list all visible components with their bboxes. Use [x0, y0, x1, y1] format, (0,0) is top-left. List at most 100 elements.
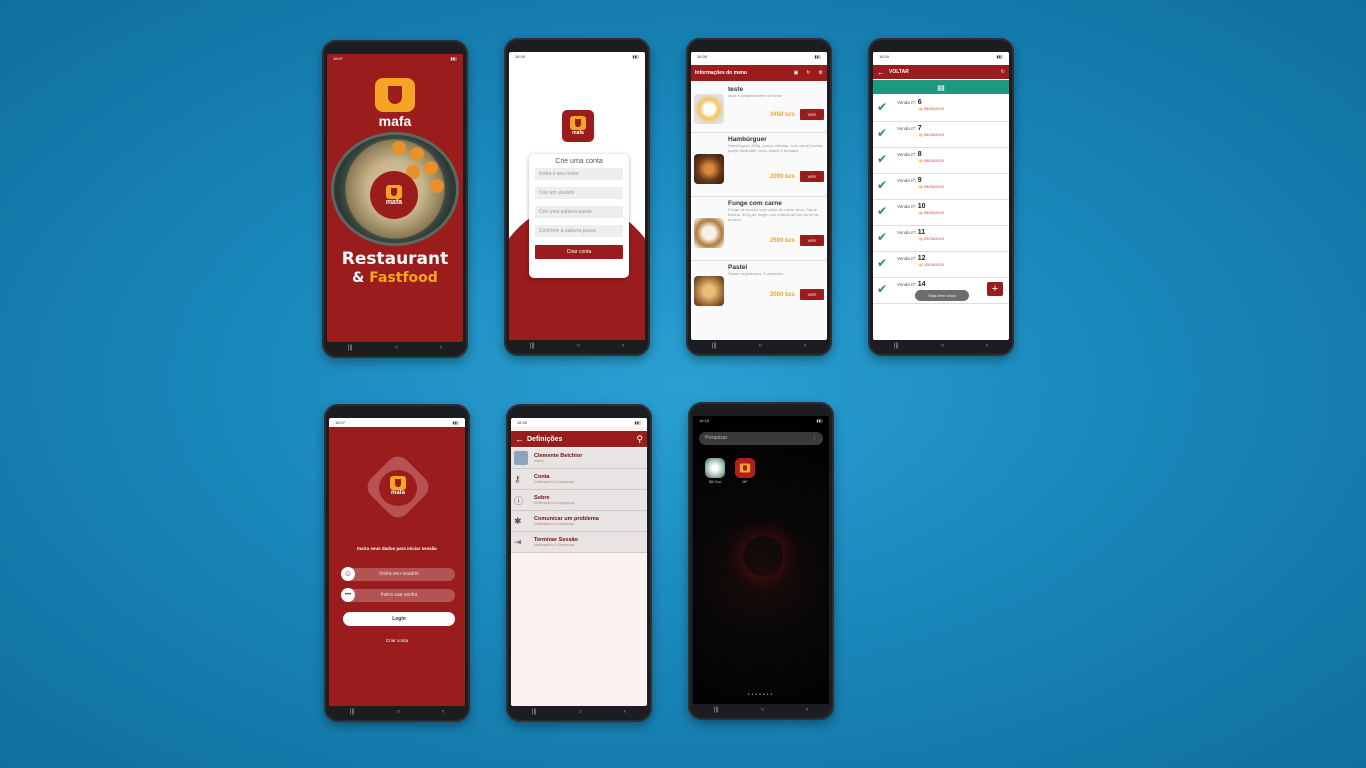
username-input[interactable]: ☺ Insira seu usuário — [341, 567, 455, 581]
sale-row[interactable]: ✔ Venda nº: 6 ▦ 08/05/2024 — [873, 96, 1009, 122]
home-icon[interactable]: ○ — [577, 343, 581, 349]
password-input[interactable]: ••• Insira sua senha — [341, 588, 455, 602]
home-icon[interactable]: ○ — [395, 345, 399, 351]
status-time: 16:16 — [699, 418, 710, 423]
register-card: Crie uma conta Insira o seu nome Crie um… — [529, 154, 629, 278]
home-icon[interactable]: ○ — [761, 707, 765, 713]
confirm-password-input[interactable]: Confirme a palavra passe — [535, 225, 623, 237]
nav-bar: ||| ○ ‹ — [327, 342, 463, 354]
sale-number: 10 — [917, 203, 926, 210]
ver-button[interactable]: VER — [799, 171, 824, 182]
back-icon[interactable]: ‹ — [442, 709, 444, 715]
app-logo: mafa — [562, 110, 594, 142]
item-name: teste — [728, 86, 744, 93]
menu-item[interactable]: Hambúrguer Hambúrguer 500g, pouco cebola… — [691, 133, 827, 197]
username-placeholder: Insira seu usuário — [379, 571, 419, 577]
sale-date: 08/05/2024 — [923, 158, 944, 163]
settings-row-report[interactable]: ✱ Comunicar um problema Notificações & Se… — [511, 511, 647, 532]
back-icon[interactable]: ‹ — [622, 343, 624, 349]
menu-item[interactable]: Pastel Pastel vegetariano, 5 unidades. 2… — [691, 261, 827, 315]
home-icon[interactable]: ○ — [397, 709, 401, 715]
profile-row[interactable]: Clemente Belchior Admin — [511, 448, 647, 469]
login-screen: 16:07 ▮▮▯ mafa Insira seus dados para ini… — [329, 418, 465, 706]
back-icon[interactable]: ‹ — [986, 343, 988, 349]
home-icon[interactable]: ○ — [579, 709, 583, 715]
nav-bar: ||| ○ ‹ — [511, 706, 647, 718]
item-desc: Hambúrguer 500g, pouco cebolas, com carn… — [728, 143, 824, 153]
sale-date: 08/05/2024 — [923, 210, 944, 215]
sale-date: 08/05/2024 — [923, 132, 944, 137]
item-price: 2500 kzs — [770, 237, 795, 244]
menu-header: Informações do menu ▣ ↻ ⚙ — [691, 65, 827, 81]
title-ampersand: & — [352, 270, 365, 286]
item-desc: Pastel vegetariano, 5 unidades. — [728, 271, 785, 276]
recent-apps-icon[interactable]: ||| — [348, 345, 353, 351]
username-input[interactable]: Crie um usuário — [535, 187, 623, 199]
more-options-icon[interactable]: ⋮ — [812, 432, 817, 445]
phone-sales: 16:29 ▮▮▯ ← VOLTAR ↻ ▤ ✔ Venda nº: 6 ▦ 08/0… — [868, 38, 1014, 356]
sale-label: Venda nº: — [897, 178, 917, 183]
ver-button[interactable]: VER — [799, 235, 824, 246]
sale-row[interactable]: ✔ Venda nº: 9 ▦ 08/05/2024 — [873, 174, 1009, 200]
menu-item[interactable]: teste esse é simplesmente um teste 3450 … — [691, 83, 827, 133]
mf-app-icon — [735, 458, 755, 478]
sale-row[interactable]: ✔ Venda nº: 10 ▦ 08/05/2024 — [873, 200, 1009, 226]
sale-row[interactable]: ✔ Venda nº: 11 ▦ 09/05/2024 — [873, 226, 1009, 252]
sale-number: 11 — [917, 229, 926, 236]
mafa-logo-icon — [390, 476, 406, 490]
status-bar: 16:29 ▮▮▯ — [873, 52, 1009, 61]
logo-brand: mafa — [390, 490, 405, 496]
back-arrow-icon[interactable]: ← — [877, 68, 885, 77]
settings-icon[interactable]: ⚙ — [819, 70, 823, 76]
back-icon[interactable]: ‹ — [806, 707, 808, 713]
refresh-icon[interactable]: ↻ — [806, 70, 810, 76]
back-arrow-icon[interactable]: ← — [515, 434, 524, 444]
sale-row[interactable]: ✔ Venda nº: 8 ▦ 08/05/2024 — [873, 148, 1009, 174]
menu-item[interactable]: Funge com carne Funge de bombó com caldo… — [691, 197, 827, 261]
add-sale-button[interactable]: + — [987, 282, 1003, 296]
back-label[interactable]: VOLTAR — [889, 69, 1001, 75]
home-icon[interactable]: ○ — [941, 343, 945, 349]
search-bar[interactable]: Pesquisar ⋮ — [699, 432, 823, 445]
back-icon[interactable]: ‹ — [804, 343, 806, 349]
back-icon[interactable]: ‹ — [624, 709, 626, 715]
app-mf[interactable]: MF — [733, 458, 757, 484]
settings-row-about[interactable]: ⓘ Sobre Notificações & Segurança — [511, 490, 647, 511]
sale-row[interactable]: ✔ Venda nº: 7 ▦ 08/05/2024 — [873, 122, 1009, 148]
sale-row[interactable]: ✔ Venda nº: 12 ▦ 10/05/2024 — [873, 252, 1009, 278]
recent-apps-icon[interactable]: ||| — [712, 343, 717, 349]
recent-apps-icon[interactable]: ||| — [350, 709, 355, 715]
ver-button[interactable]: VER — [799, 109, 824, 120]
ver-button[interactable]: VER — [799, 289, 824, 300]
item-image — [694, 154, 724, 184]
back-icon[interactable]: ‹ — [440, 345, 442, 351]
recent-apps-icon[interactable]: ||| — [532, 709, 537, 715]
create-account-link[interactable]: Criar conta — [329, 638, 465, 643]
recent-apps-icon[interactable]: ||| — [714, 707, 719, 713]
search-icon[interactable]: ⚲ — [636, 434, 643, 445]
create-account-button[interactable]: Criar conta — [535, 245, 623, 259]
login-button[interactable]: Login — [343, 612, 455, 626]
settings-row-logout[interactable]: ⇥ Terminar Sessão Notificações & Seguranç… — [511, 532, 647, 553]
settings-row-account[interactable]: ⚷ Conta Notificações & Segurança — [511, 469, 647, 490]
name-input[interactable]: Insira o seu nome — [535, 168, 623, 180]
app-360zoo[interactable]: 360 Zoo — [703, 458, 727, 484]
sale-number: 9 — [917, 177, 922, 184]
sale-label: Venda nº: — [897, 152, 917, 157]
check-icon: ✔ — [877, 256, 888, 270]
mafa-small-logo-icon — [386, 184, 402, 199]
status-time: 16:29 — [879, 54, 890, 59]
status-bar: 16:07 ▮▮▯ — [333, 56, 457, 61]
sales-screen: 16:29 ▮▮▯ ← VOLTAR ↻ ▤ ✔ Venda nº: 6 ▦ 08/0… — [873, 52, 1009, 340]
check-icon: ✔ — [877, 178, 888, 192]
settings-screen: 16:35 ▮▮▯ ← Definições ⚲ Clemente Belchio… — [511, 418, 647, 706]
home-icon[interactable]: ○ — [759, 343, 763, 349]
printer-icon[interactable]: ▣ — [794, 70, 799, 76]
recent-apps-icon[interactable]: ||| — [530, 343, 535, 349]
password-input[interactable]: Crie uma palavra passe — [535, 206, 623, 218]
recent-apps-icon[interactable]: ||| — [894, 343, 899, 349]
check-icon: ✔ — [877, 100, 888, 114]
password-placeholder: Insira sua senha — [380, 592, 418, 598]
refresh-icon[interactable]: ↻ — [1001, 69, 1005, 75]
calendar-icon: ▦ — [919, 132, 923, 137]
